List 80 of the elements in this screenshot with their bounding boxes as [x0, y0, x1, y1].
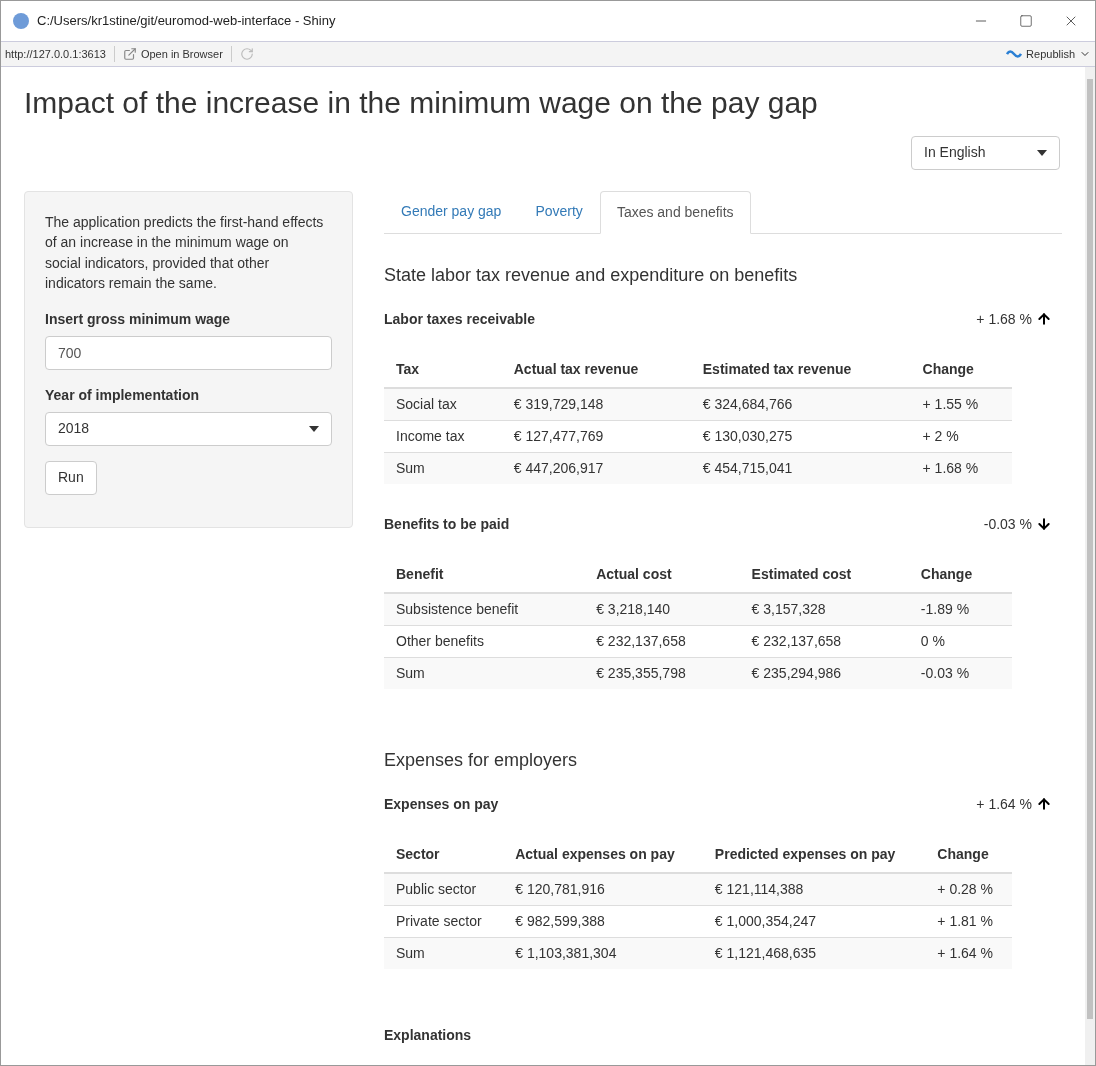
table-cell: € 232,137,658 — [584, 625, 740, 657]
refresh-icon[interactable] — [239, 47, 254, 61]
table-cell: € 324,684,766 — [690, 387, 911, 420]
table-cell: € 121,114,388 — [702, 872, 926, 905]
year-select[interactable]: 2018 — [45, 411, 332, 446]
table-cell: + 1.64 % — [925, 937, 1012, 969]
table-cell: € 1,000,354,247 — [702, 905, 926, 937]
page-title: Impact of the increase in the minimum wage on the pay gap — [24, 85, 819, 121]
table-cell: € 235,294,986 — [739, 657, 909, 689]
table-cell: € 120,781,916 — [503, 872, 703, 905]
table-cell: Public sector — [384, 872, 504, 905]
column-header: Actual tax revenue — [501, 351, 691, 388]
column-header: Estimated tax revenue — [690, 351, 911, 388]
table-cell: € 232,137,658 — [739, 625, 909, 657]
window-icon — [122, 47, 137, 61]
table-cell: Sum — [384, 937, 504, 969]
column-header: Actual cost — [584, 556, 740, 593]
description-text: The application predicts the first-hand effects of an increase in the minimum wage on social indicators, provided that other indicators remain the same. — [45, 212, 325, 293]
republish-icon — [1006, 49, 1023, 59]
caret-icon — [1037, 149, 1047, 156]
column-header: Tax — [384, 351, 502, 388]
table-cell: € 447,206,917 — [501, 452, 691, 484]
open-in-browser-button[interactable]: Open in Browser — [140, 45, 223, 63]
table-cell: Income tax — [384, 420, 502, 452]
scrollbar[interactable] — [1085, 67, 1095, 1065]
table-cell: € 3,218,140 — [584, 592, 740, 625]
block-title: Labor taxes receivable — [384, 309, 535, 329]
table-cell: Sum — [384, 657, 585, 689]
table-cell: + 2 % — [910, 420, 1012, 452]
block-title: Benefits to be paid — [384, 514, 510, 534]
language-select[interactable]: In English — [911, 135, 1060, 170]
table-cell: -0.03 % — [908, 657, 1012, 689]
section-heading: Expenses for employers — [384, 748, 579, 772]
table-cell: € 127,477,769 — [501, 420, 691, 452]
table-cell: € 1,103,381,304 — [503, 937, 703, 969]
table-cell: Sum — [384, 452, 502, 484]
block-title: Expenses on pay — [384, 794, 499, 814]
table-cell: + 1.81 % — [925, 905, 1012, 937]
table-cell: € 982,599,388 — [503, 905, 703, 937]
tab[interactable]: Taxes and benefits — [599, 190, 751, 234]
column-header: Benefit — [384, 556, 585, 593]
column-header: Change — [908, 556, 1012, 593]
table-cell: Subsistence benefit — [384, 592, 585, 625]
table-cell: + 1.55 % — [910, 387, 1012, 420]
field-label: Year of implementation — [45, 385, 201, 405]
change-value: + 1.68 % — [976, 309, 1032, 329]
column-header: Actual expenses on pay — [503, 836, 703, 873]
table-cell: € 3,157,328 — [739, 592, 909, 625]
address-text[interactable]: http://127.0.0.1:3613 — [5, 45, 106, 63]
table-cell: Social tax — [384, 387, 502, 420]
table-cell: € 1,121,468,635 — [702, 937, 926, 969]
column-header: Predicted expenses on pay — [702, 836, 926, 873]
column-header: Change — [910, 351, 1012, 388]
explanations-heading: Explanations — [384, 1025, 473, 1045]
column-header: Change — [925, 836, 1012, 873]
run-button[interactable]: Run — [45, 460, 97, 495]
table-cell: 0 % — [908, 625, 1012, 657]
caret-icon — [309, 425, 319, 432]
table-cell: € 130,030,275 — [690, 420, 911, 452]
table-cell: € 319,729,148 — [501, 387, 691, 420]
maximize-icon[interactable] — [1019, 14, 1033, 28]
field-label: Insert gross minimum wage — [45, 309, 232, 329]
tab[interactable]: Poverty — [518, 190, 600, 233]
table-cell: Other benefits — [384, 625, 585, 657]
republish-button[interactable]: Republish — [1026, 45, 1075, 63]
change-value: -0.03 % — [983, 514, 1032, 534]
table-cell: € 454,715,041 — [690, 452, 911, 484]
change-value: + 1.64 % — [976, 794, 1032, 814]
app-icon — [13, 13, 29, 29]
table-cell: + 1.68 % — [910, 452, 1012, 484]
wage-input-field[interactable]: 700 — [45, 335, 332, 370]
column-header: Estimated cost — [739, 556, 909, 593]
table-cell: + 0.28 % — [925, 872, 1012, 905]
column-header: Sector — [384, 836, 504, 873]
table-cell: Private sector — [384, 905, 504, 937]
table-cell: -1.89 % — [908, 592, 1012, 625]
table-cell: € 235,355,798 — [584, 657, 740, 689]
tab[interactable]: Gender pay gap — [384, 190, 519, 233]
window-title: C:/Users/kr1stine/git/euromod-web-interface - Shiny — [37, 12, 336, 31]
section-heading: State labor tax revenue and expenditure on benefits — [384, 263, 799, 287]
